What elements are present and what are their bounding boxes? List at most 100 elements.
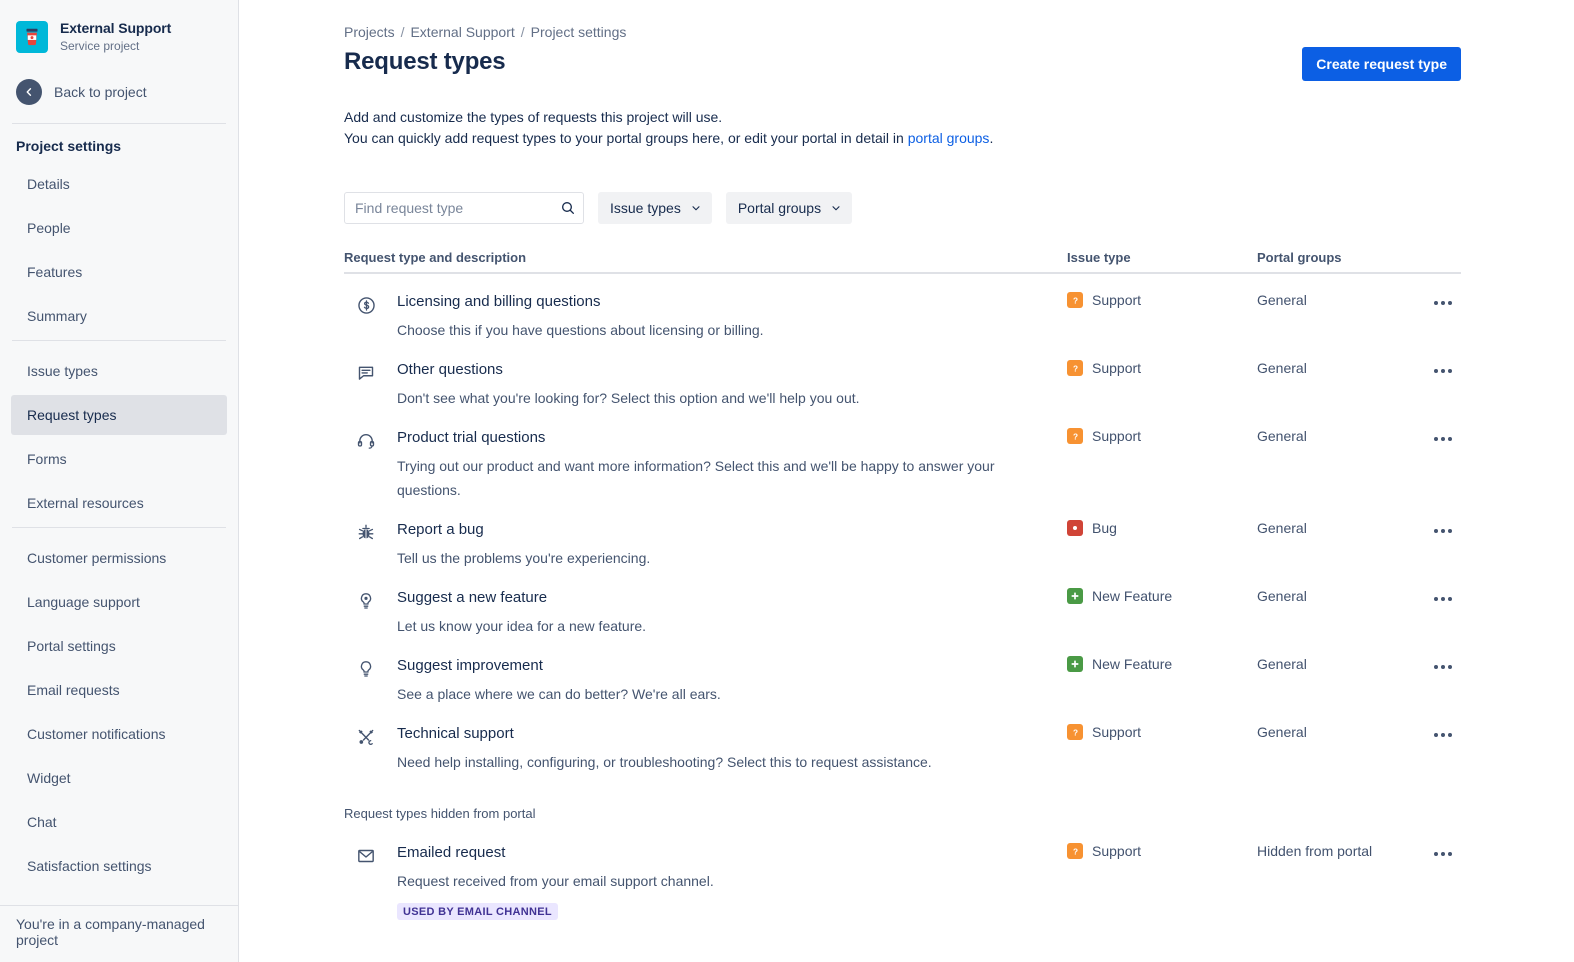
portal-group-label: General xyxy=(1257,292,1417,308)
table-row[interactable]: Emailed request Request received from yo… xyxy=(344,821,1461,920)
sidebar-item-request-types[interactable]: Request types xyxy=(11,395,227,435)
project-header[interactable]: External Support Service project xyxy=(0,0,238,63)
plus-badge-icon xyxy=(1067,588,1083,604)
sidebar-item-customer-permissions[interactable]: Customer permissions xyxy=(11,538,227,578)
sidebar-item-summary[interactable]: Summary xyxy=(11,296,227,336)
breadcrumb-separator-1: / xyxy=(401,24,405,40)
back-to-project-button[interactable]: Back to project xyxy=(0,71,238,113)
issue-type-cell: ? Support xyxy=(1067,724,1257,740)
column-header-portal-groups: Portal groups xyxy=(1257,250,1417,265)
sidebar-item-portal-settings[interactable]: Portal settings xyxy=(11,626,227,666)
row-more-actions-button[interactable] xyxy=(1427,838,1459,870)
sidebar-group-types: Issue types Request types Forms External… xyxy=(0,351,238,523)
breadcrumb-separator-2: / xyxy=(521,24,525,40)
more-dot-1 xyxy=(1434,301,1438,305)
comment-icon xyxy=(354,361,378,385)
more-dot-2 xyxy=(1441,733,1445,737)
search-input[interactable] xyxy=(344,192,584,224)
more-dot-2 xyxy=(1441,852,1445,856)
breadcrumb-project-settings[interactable]: Project settings xyxy=(531,24,627,40)
row-more-actions-button[interactable] xyxy=(1427,583,1459,615)
request-type-name[interactable]: Technical support xyxy=(397,724,932,744)
project-name: External Support xyxy=(60,20,171,37)
intro-line-1: Add and customize the types of requests … xyxy=(344,107,1461,127)
request-type-description: Need help installing, configuring, or tr… xyxy=(397,750,932,774)
request-type-name[interactable]: Other questions xyxy=(397,360,860,380)
table-row[interactable]: Licensing and billing questions Choose t… xyxy=(344,274,1461,342)
sidebar-item-features[interactable]: Features xyxy=(11,252,227,292)
create-request-type-button[interactable]: Create request type xyxy=(1302,47,1461,81)
table-row[interactable]: Technical support Need help installing, … xyxy=(344,706,1461,774)
column-header-issue-type: Issue type xyxy=(1067,250,1257,265)
portal-group-label: General xyxy=(1257,588,1417,604)
sidebar-item-forms[interactable]: Forms xyxy=(11,439,227,479)
more-dot-2 xyxy=(1441,301,1445,305)
breadcrumb-external-support[interactable]: External Support xyxy=(410,24,514,40)
more-dot-3 xyxy=(1448,733,1452,737)
sidebar-item-details[interactable]: Details xyxy=(11,164,227,204)
row-more-actions-button[interactable] xyxy=(1427,423,1459,455)
sidebar-divider-top xyxy=(12,123,226,124)
request-type-name[interactable]: Emailed request xyxy=(397,843,714,863)
lightbulb-icon xyxy=(354,657,378,681)
sidebar-item-issue-types[interactable]: Issue types xyxy=(11,351,227,391)
bug-icon xyxy=(354,521,378,545)
issue-types-filter-button[interactable]: Issue types xyxy=(598,192,712,224)
request-type-description: See a place where we can do better? We'r… xyxy=(397,682,721,706)
more-dot-2 xyxy=(1441,369,1445,373)
table-row[interactable]: Product trial questions Trying out our p… xyxy=(344,410,1461,502)
sidebar-item-satisfaction-settings[interactable]: Satisfaction settings xyxy=(11,846,227,886)
used-by-email-channel-badge: USED BY EMAIL CHANNEL xyxy=(397,903,558,920)
filter-bar: Issue types Portal groups xyxy=(344,192,1461,224)
headset-icon xyxy=(354,429,378,453)
issue-types-filter-label: Issue types xyxy=(610,200,681,216)
issue-type-label: Support xyxy=(1092,360,1141,376)
issue-type-label: Bug xyxy=(1092,520,1117,536)
table-row[interactable]: Report a bug Tell us the problems you're… xyxy=(344,502,1461,570)
row-more-actions-button[interactable] xyxy=(1427,355,1459,387)
sidebar-group-general: Details People Features Summary xyxy=(0,164,238,336)
page-intro: Add and customize the types of requests … xyxy=(344,107,1461,148)
row-more-actions-button[interactable] xyxy=(1427,287,1459,319)
row-more-actions-button[interactable] xyxy=(1427,719,1459,751)
request-type-name[interactable]: Suggest improvement xyxy=(397,656,721,676)
request-type-name[interactable]: Suggest a new feature xyxy=(397,588,646,608)
portal-group-label: General xyxy=(1257,724,1417,740)
app-root: External Support Service project Back to… xyxy=(0,0,1574,962)
dollar-circle-icon xyxy=(354,293,378,317)
more-dot-3 xyxy=(1448,529,1452,533)
breadcrumb: Projects / External Support / Project se… xyxy=(344,24,1461,40)
row-more-actions-button[interactable] xyxy=(1427,651,1459,683)
sidebar-item-language-support[interactable]: Language support xyxy=(11,582,227,622)
sidebar-item-chat[interactable]: Chat xyxy=(11,802,227,842)
portal-groups-link[interactable]: portal groups xyxy=(908,130,990,146)
request-type-name[interactable]: Product trial questions xyxy=(397,428,1037,448)
sidebar-item-widget[interactable]: Widget xyxy=(11,758,227,798)
sidebar-item-email-requests[interactable]: Email requests xyxy=(11,670,227,710)
envelope-icon xyxy=(354,844,378,868)
portal-groups-filter-button[interactable]: Portal groups xyxy=(726,192,852,224)
request-type-description: Tell us the problems you're experiencing… xyxy=(397,546,650,570)
more-dot-1 xyxy=(1434,597,1438,601)
sidebar-item-customer-notifications[interactable]: Customer notifications xyxy=(11,714,227,754)
sidebar-item-people[interactable]: People xyxy=(11,208,227,248)
table-row[interactable]: Suggest a new feature Let us know your i… xyxy=(344,570,1461,638)
intro-line-2-before: You can quickly add request types to you… xyxy=(344,130,908,146)
bug-badge-icon xyxy=(1067,520,1083,536)
sidebar-divider-1 xyxy=(12,340,226,341)
sidebar-item-external-resources[interactable]: External resources xyxy=(11,483,227,523)
row-more-actions-button[interactable] xyxy=(1427,515,1459,547)
more-dot-1 xyxy=(1434,852,1438,856)
page-header-row: Request types Create request type xyxy=(344,46,1461,81)
question-badge-icon: ? xyxy=(1067,724,1083,740)
more-dot-3 xyxy=(1448,852,1452,856)
sidebar-scroll-area: External Support Service project Back to… xyxy=(0,0,238,962)
request-type-name[interactable]: Licensing and billing questions xyxy=(397,292,764,312)
request-type-name[interactable]: Report a bug xyxy=(397,520,650,540)
search-icon[interactable] xyxy=(560,200,576,216)
svg-text:?: ? xyxy=(1072,296,1077,305)
table-row[interactable]: Suggest improvement See a place where we… xyxy=(344,638,1461,706)
breadcrumb-projects[interactable]: Projects xyxy=(344,24,395,40)
table-row[interactable]: Other questions Don't see what you're lo… xyxy=(344,342,1461,410)
more-dot-3 xyxy=(1448,369,1452,373)
